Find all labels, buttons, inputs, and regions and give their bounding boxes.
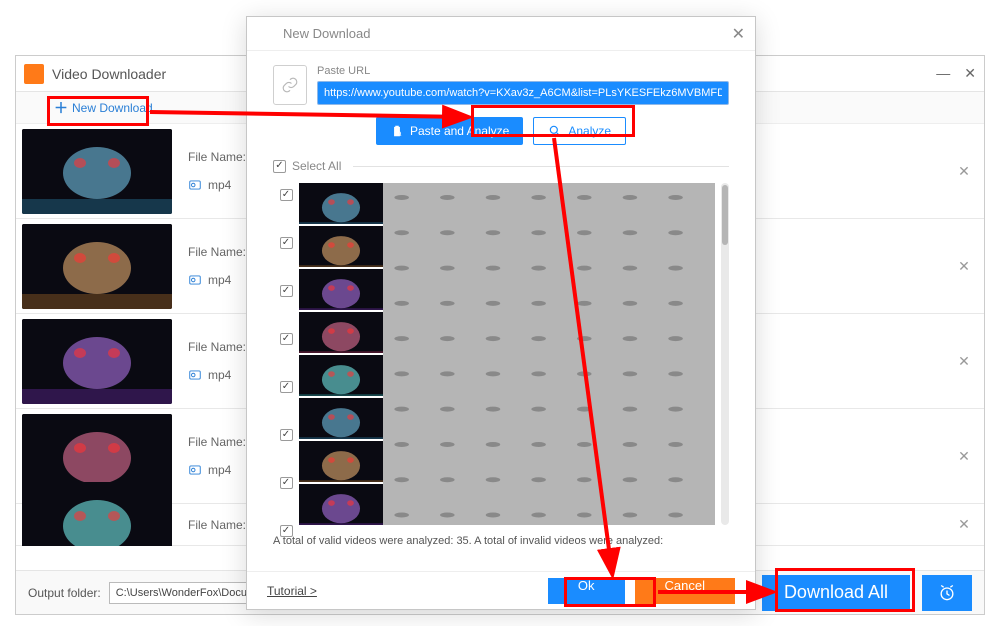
remove-item-button[interactable]: ✕ [944,448,984,465]
checkbox-column [273,183,299,525]
video-thumbnail [299,226,383,267]
thumbnail [22,319,172,404]
video-item-checkbox[interactable] [280,237,293,249]
alarm-icon [937,583,957,603]
file-name-label: File Name: [188,245,254,259]
dialog-close-button[interactable]: ✕ [732,24,745,44]
thumbnail [22,129,172,214]
cancel-label: Cancel [665,578,705,593]
close-button[interactable]: ✕ [964,65,976,82]
analyze-label: Analyze [568,124,611,138]
format-label: mp4 [208,273,231,287]
video-thumbnail [299,269,383,310]
new-download-button[interactable]: ＋ New Download [46,94,161,122]
remove-item-button[interactable]: ✕ [944,258,984,275]
video-item-checkbox[interactable] [280,429,293,441]
video-format-icon [188,273,202,287]
list-scrollbar[interactable] [721,183,729,525]
app-logo-icon [24,64,44,84]
analysis-status-text: A total of valid videos were analyzed: 3… [273,535,729,547]
url-input-row: Paste URL [273,65,729,105]
thumbnail [22,482,172,546]
remove-item-button[interactable]: ✕ [944,516,984,533]
dialog-titlebar: New Download ✕ [247,17,755,51]
thumbnail [22,224,172,309]
new-download-dialog: New Download ✕ Paste URL Paste and Analy… [246,16,756,610]
video-preview-area [383,183,715,525]
output-folder-label: Output folder: [28,586,101,600]
schedule-button[interactable] [922,575,972,611]
video-format-icon [188,463,202,477]
dialog-title: New Download [283,26,732,41]
select-all-label: Select All [292,159,341,173]
format-label: mp4 [208,368,231,382]
file-name-label: File Name: [188,435,254,449]
dialog-logo-icon [257,25,275,43]
tutorial-link[interactable]: Tutorial > [267,584,317,598]
url-icon [273,65,307,105]
search-icon [548,124,562,138]
minimize-button[interactable]: — [936,65,950,82]
paste-analyze-label: Paste and Analyze [410,124,509,138]
dialog-footer: Tutorial > Ok Cancel [247,571,755,609]
ok-label: Ok [578,578,595,593]
video-thumbnail [299,441,383,482]
ok-button[interactable]: Ok [548,578,625,604]
video-format-icon [188,368,202,382]
file-name-label: File Name: [188,518,254,532]
select-all-checkbox[interactable] [273,160,286,173]
cancel-button[interactable]: Cancel [635,578,735,604]
remove-item-button[interactable]: ✕ [944,353,984,370]
video-item-checkbox[interactable] [280,525,293,537]
file-name-label: File Name: [188,150,254,164]
paste-icon [390,124,404,138]
video-thumbnail [299,398,383,439]
video-format-icon [188,178,202,192]
select-all-row: Select All [273,159,729,173]
preview-blur [383,183,715,525]
video-item-checkbox[interactable] [280,381,293,393]
video-item-checkbox[interactable] [280,477,293,489]
analyzed-video-list [273,183,729,525]
new-download-label: New Download [72,101,153,115]
remove-item-button[interactable]: ✕ [944,163,984,180]
video-thumbnail [299,183,383,224]
plus-icon: ＋ [54,98,68,118]
video-item-checkbox[interactable] [280,333,293,345]
file-name-label: File Name: [188,340,254,354]
paste-and-analyze-button[interactable]: Paste and Analyze [376,117,523,145]
url-input[interactable] [317,81,729,105]
video-item-checkbox[interactable] [280,285,293,297]
video-thumbnail [299,312,383,353]
download-all-button[interactable]: Download All [762,575,910,611]
analyze-button[interactable]: Analyze [533,117,626,145]
format-label: mp4 [208,178,231,192]
video-thumbnail [299,484,383,525]
paste-url-label: Paste URL [317,65,729,77]
video-item-checkbox[interactable] [280,189,293,201]
dialog-body: Paste URL Paste and Analyze Analyze Sele… [247,51,755,547]
window-controls: — ✕ [936,65,976,82]
format-label: mp4 [208,463,231,477]
download-all-label: Download All [784,582,888,603]
analyze-button-row: Paste and Analyze Analyze [273,117,729,145]
thumbnail-column [299,183,383,525]
video-thumbnail [299,355,383,396]
scrollbar-handle[interactable] [722,185,728,245]
